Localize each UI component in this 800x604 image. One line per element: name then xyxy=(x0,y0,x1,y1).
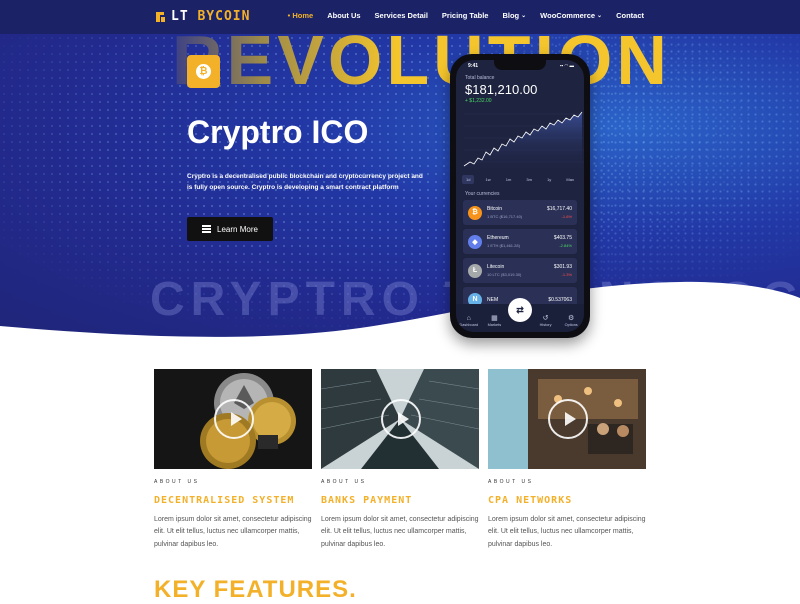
main-menu: • Home About Us Services Detail Pricing … xyxy=(288,11,644,20)
feature-cards: ABOUT US DECENTRALISED SYSTEM Lorem ipsu… xyxy=(154,369,646,551)
nav-home[interactable]: • Home xyxy=(288,11,314,20)
phone-time: 9:41 xyxy=(468,63,479,69)
learn-more-button[interactable]: Learn More xyxy=(187,217,273,241)
nav-about-us[interactable]: About Us xyxy=(327,11,360,20)
learn-more-label: Learn More xyxy=(217,224,258,234)
gear-icon: ⚙ xyxy=(568,315,575,322)
coin-change: -2.84% xyxy=(559,243,572,248)
phone-mockup: 9:41 ▪▪ ◠ ▬ Total balance $181,210.00 + … xyxy=(450,54,590,338)
coin-holding: 10 LTC ($3,019.30) xyxy=(487,272,522,277)
nav-woocommerce[interactable]: WooCommerce ⌄ xyxy=(540,11,602,20)
range-1w[interactable]: 1w xyxy=(482,175,495,184)
currency-row-ethereum[interactable]: ◆ Ethereum 1 ETH ($1,461.28) $403.75 -2.84… xyxy=(463,229,577,254)
bitcoin-icon: ₿ xyxy=(468,205,482,220)
phone-status-icons: ▪▪ ◠ ▬ xyxy=(559,63,574,68)
top-navbar: LT BYCOIN • Home About Us Services Detai… xyxy=(0,0,800,34)
card-banks-payment: ABOUT US BANKS PAYMENT Lorem ipsum dolor… xyxy=(321,369,479,551)
card-kicker: ABOUT US xyxy=(488,479,534,485)
litecoin-icon: Ł xyxy=(468,263,482,278)
cafe-image xyxy=(488,369,646,469)
nav-services-detail[interactable]: Services Detail xyxy=(375,11,428,20)
total-balance-label: Total balance xyxy=(465,75,495,81)
history-icon: ↺ xyxy=(542,315,549,322)
coin-price: $403.75 xyxy=(553,235,572,241)
home-icon: ⌂ xyxy=(466,315,471,322)
markets-icon: ▦ xyxy=(491,315,498,322)
coin-holding: 1 BTC ($16,717.40) xyxy=(487,214,523,219)
nav-pricing-table[interactable]: Pricing Table xyxy=(442,11,489,20)
card-cpa-networks: ABOUT US CPA NETWORKS Lorem ipsum dolor … xyxy=(488,369,646,551)
coins-image xyxy=(154,369,312,469)
range-3m[interactable]: 3m xyxy=(522,175,536,184)
site-logo[interactable]: LT BYCOIN xyxy=(154,9,250,24)
coin-price: $16,717.40 xyxy=(546,206,572,212)
hero-description: Cryptro is a decentralised public blockc… xyxy=(187,173,423,192)
play-button[interactable] xyxy=(381,399,421,439)
coin-name: Litecoin xyxy=(487,264,505,270)
card-title[interactable]: CPA NETWORKS xyxy=(488,495,646,506)
stack-icon xyxy=(202,225,212,233)
ethereum-icon: ◆ xyxy=(468,234,482,249)
card-title[interactable]: DECENTRALISED SYSTEM xyxy=(154,495,312,506)
coin-name: Bitcoin xyxy=(487,206,503,212)
logo-text: LT BYCOIN xyxy=(171,9,251,24)
currency-row-litecoin[interactable]: Ł Litecoin 10 LTC ($3,019.30) $301.93 -1.3… xyxy=(463,258,577,283)
balance-change: + $1,232.00 xyxy=(465,98,492,104)
coin-holding: 1 ETH ($1,461.28) xyxy=(487,243,520,248)
hero-title: Cryptro ICO xyxy=(187,114,369,150)
hero-wave-divider xyxy=(0,281,800,350)
buildings-image xyxy=(321,369,479,469)
coin-change: -1.6% xyxy=(561,214,572,219)
card-decentralised-system: ABOUT US DECENTRALISED SYSTEM Lorem ipsu… xyxy=(154,369,312,551)
range-1d[interactable]: 1d xyxy=(462,175,475,184)
card-text: Lorem ipsum dolor sit amet, consectetur … xyxy=(321,516,479,548)
tab-history[interactable]: ↺ History xyxy=(534,314,558,327)
bitcoin-badge: ₿ xyxy=(187,55,220,88)
coin-name: Ethereum xyxy=(487,235,509,241)
range-1y[interactable]: 1y xyxy=(543,175,555,184)
nav-blog[interactable]: Blog ⌄ xyxy=(502,11,526,20)
phone-screen: 9:41 ▪▪ ◠ ▬ Total balance $181,210.00 + … xyxy=(456,60,584,332)
tab-markets[interactable]: ▦ Markets xyxy=(482,314,506,327)
card-text: Lorem ipsum dolor sit amet, consectetur … xyxy=(488,516,646,548)
chevron-down-icon: ⌄ xyxy=(521,13,527,19)
tab-options[interactable]: ⚙ Options xyxy=(559,314,583,327)
balance-chart xyxy=(463,111,584,174)
exchange-button[interactable]: ⇄ xyxy=(508,298,532,322)
logo-icon xyxy=(154,11,166,23)
play-button[interactable] xyxy=(214,399,254,439)
card-title[interactable]: BANKS PAYMENT xyxy=(321,495,479,506)
your-currencies-label: Your currencies xyxy=(465,191,500,197)
nav-contact[interactable]: Contact xyxy=(616,11,644,20)
bitcoin-icon: ₿ xyxy=(196,64,211,79)
coin-price: $0.537063 xyxy=(548,296,572,303)
total-balance-value: $181,210.00 xyxy=(465,82,538,97)
range-max[interactable]: Max xyxy=(562,175,578,184)
currency-row-bitcoin[interactable]: ₿ Bitcoin 1 BTC ($16,717.40) $16,717.40 -1… xyxy=(463,200,577,225)
hero-background-word-top: REVOLUTION xyxy=(172,34,671,100)
play-button[interactable] xyxy=(548,399,588,439)
coin-price: $301.93 xyxy=(553,264,572,270)
tab-dashboard[interactable]: ⌂ Dashboard xyxy=(457,315,481,327)
phone-notch xyxy=(494,60,546,70)
chevron-down-icon: ⌄ xyxy=(597,13,603,19)
card-kicker: ABOUT US xyxy=(321,479,367,485)
range-selector: 1d 1w 1m 3m 1y Max xyxy=(462,175,578,184)
range-1m[interactable]: 1m xyxy=(502,175,516,184)
coin-change: -1.3% xyxy=(561,272,572,277)
card-text: Lorem ipsum dolor sit amet, consectetur … xyxy=(154,516,312,548)
card-kicker: ABOUT US xyxy=(154,479,200,485)
